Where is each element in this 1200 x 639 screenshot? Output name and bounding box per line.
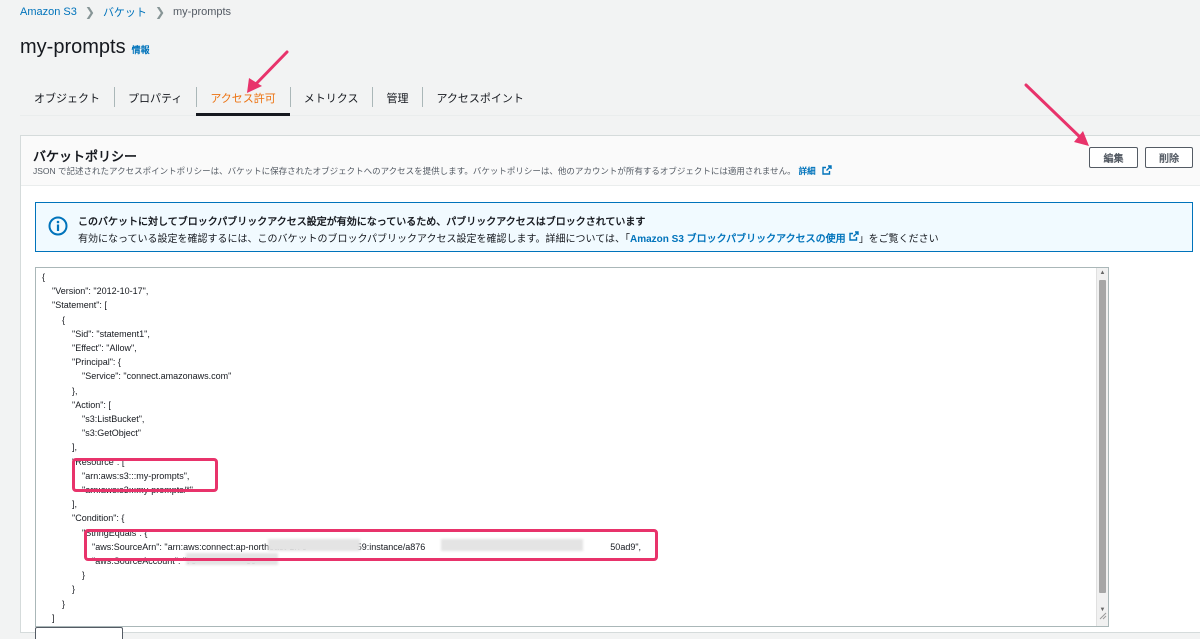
code-line: } [42, 584, 76, 595]
partial-button[interactable] [35, 627, 123, 639]
code-line: "s3:ListBucket", [42, 414, 145, 425]
code-line: "s3:GetObject" [42, 428, 141, 439]
code-line: "Version": "2012-10-17", [42, 286, 149, 297]
breadcrumb-s3[interactable]: Amazon S3 [20, 6, 77, 18]
chevron-right-icon: ❯ [154, 5, 165, 19]
scroll-up-icon[interactable]: ▲ [1097, 268, 1108, 279]
tab-objects[interactable]: オブジェクト [20, 80, 114, 115]
code-line: ] [42, 612, 55, 623]
info-link[interactable]: 情報 [132, 43, 150, 56]
code-line: } [42, 598, 66, 609]
info-alert: このバケットに対してブロックパブリックアクセス設定が有効になっているため、パブリ… [35, 202, 1193, 252]
info-circle-icon [48, 216, 68, 241]
scroll-thumb[interactable] [1099, 280, 1106, 593]
code-line: ], [42, 499, 78, 510]
page-title: my-prompts [20, 36, 126, 58]
block-public-access-link[interactable]: Amazon S3 ブロックパブリックアクセスの使用 [630, 230, 846, 245]
code-line: }, [42, 385, 78, 396]
code-line: } [42, 625, 641, 626]
tab-access-points[interactable]: アクセスポイント [422, 80, 537, 115]
condition-highlight [84, 529, 658, 561]
delete-button[interactable]: 削除 [1145, 147, 1193, 168]
code-line: "Action": [ [42, 399, 111, 410]
panel-title: バケットポリシー [33, 149, 138, 164]
tab-bar: オブジェクト プロパティ アクセス許可 メトリクス 管理 アクセスポイント [20, 80, 1200, 116]
alert-title: このバケットに対してブロックパブリックアクセス設定が有効になっているため、パブリ… [78, 217, 646, 228]
breadcrumb-current: my-prompts [173, 6, 232, 18]
code-line: { [42, 272, 46, 282]
editor-scrollbar[interactable]: ▲ ▼ [1096, 268, 1108, 626]
code-line: { [42, 314, 66, 325]
tab-permissions[interactable]: アクセス許可 [196, 80, 291, 116]
tab-management[interactable]: 管理 [372, 80, 422, 115]
code-line: "Principal": { [42, 357, 121, 368]
external-link-icon[interactable] [821, 165, 832, 177]
breadcrumb-buckets[interactable]: バケット [103, 4, 147, 20]
policy-json-editor[interactable]: { "Version": "2012-10-17", "Statement": … [35, 267, 1109, 627]
alert-body-prefix: 有効になっている設定を確認するには、このバケットのブロックパブリックアクセス設定… [78, 234, 630, 245]
code-line: "Effect": "Allow", [42, 343, 137, 354]
code-line: "Service": "connect.amazonaws.com" [42, 371, 232, 382]
edit-button[interactable]: 編集 [1089, 147, 1138, 168]
panel-description: JSON で記述されたアクセスポイントポリシーは、バケットに保存されたオブジェク… [33, 165, 832, 177]
code-line: "Statement": [ [42, 300, 107, 311]
external-link-icon[interactable] [848, 231, 859, 244]
chevron-right-icon: ❯ [84, 5, 95, 19]
code-line: "Sid": "statement1", [42, 328, 150, 339]
panel-description-text: JSON で記述されたアクセスポイントポリシーは、バケットに保存されたオブジェク… [33, 166, 796, 176]
alert-body: 有効になっている設定を確認するには、このバケットのブロックパブリックアクセス設定… [78, 230, 939, 245]
bucket-policy-panel: バケットポリシー JSON で記述されたアクセスポイントポリシーは、バケットに保… [20, 135, 1200, 639]
tab-metrics[interactable]: メトリクス [289, 80, 373, 115]
tab-properties[interactable]: プロパティ [114, 80, 196, 115]
resource-highlight [72, 458, 218, 492]
breadcrumb: Amazon S3 ❯ バケット ❯ my-prompts [20, 4, 231, 20]
policy-json-text: { "Version": "2012-10-17", "Statement": … [42, 270, 641, 626]
page-header: my-prompts 情報 [20, 36, 150, 59]
code-line: ], [42, 442, 78, 453]
resize-grip-icon[interactable] [1098, 607, 1107, 625]
code-line: "Condition": { [42, 513, 125, 524]
code-line: } [42, 570, 86, 581]
alert-body-suffix: 」をご覧ください [858, 234, 939, 245]
details-link[interactable]: 詳細 [799, 165, 816, 177]
panel-header: バケットポリシー JSON で記述されたアクセスポイントポリシーは、バケットに保… [21, 136, 1200, 186]
